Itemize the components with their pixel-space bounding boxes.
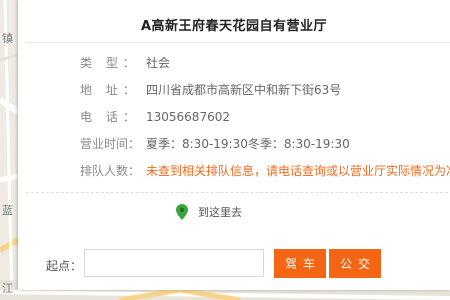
map-label: 镇 [2, 32, 13, 45]
title-divider [26, 42, 450, 43]
info-row-queue: 排队人数： 未查到相关排队信息，请电话查询或以营业厅实际情况为准 [80, 162, 450, 180]
location-pin-icon [176, 204, 188, 220]
bus-button[interactable]: 公交 [329, 249, 381, 278]
queue-value: 未查到相关排队信息，请电话查询或以营业厅实际情况为准 [146, 164, 450, 178]
info-row-phone: 电 话： 13056687602 [80, 108, 230, 126]
info-row-hours: 营业时间： 夏季：8:30-19:30冬季：8:30-19:30 [80, 135, 350, 153]
hours-value: 夏季：8:30-19:30冬季：8:30-19:30 [146, 137, 350, 151]
directions-link[interactable]: 到这里去 [176, 203, 242, 221]
queue-label: 排队人数： [80, 164, 141, 178]
address-label: 地 址： [80, 83, 140, 97]
section-divider [26, 192, 450, 193]
store-info-panel: A高新王府春天花园自有营业厅 类 型： 社会 地 址： 四川省成都市高新区中和新下街… [18, 0, 450, 290]
map-edge-strip: 镇 蓝 江 [0, 0, 18, 300]
map-label: 蓝 [2, 204, 13, 217]
info-row-type: 类 型： 社会 [80, 54, 170, 72]
directions-link-label[interactable]: 到这里去 [198, 204, 242, 220]
start-label: 起点： [46, 259, 83, 273]
info-row-address: 地 址： 四川省成都市高新区中和新下街63号 [80, 81, 341, 99]
hours-label: 营业时间： [80, 137, 141, 151]
phone-label: 电 话： [80, 110, 140, 124]
type-label: 类 型： [80, 56, 140, 70]
start-point-input[interactable] [84, 249, 264, 277]
map-label: 江 [2, 282, 13, 295]
type-value: 社会 [146, 56, 171, 70]
drive-button[interactable]: 驾车 [274, 249, 326, 278]
address-value: 四川省成都市高新区中和新下街63号 [146, 83, 342, 97]
store-title: A高新王府春天花园自有营业厅 [140, 19, 328, 34]
phone-value: 13056687602 [146, 110, 230, 124]
